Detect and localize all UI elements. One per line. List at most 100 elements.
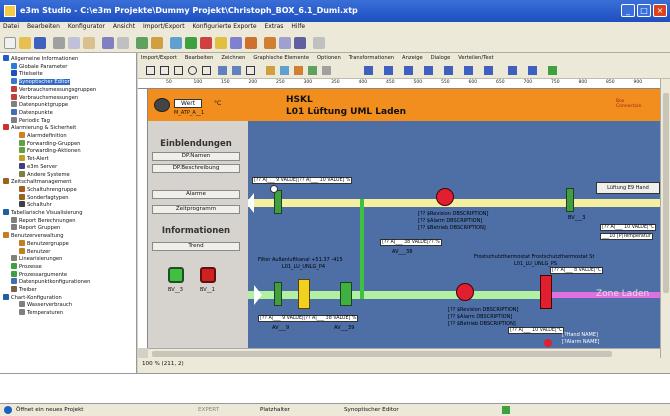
status-on-icon[interactable] [168, 267, 184, 283]
menu-konfigurierte-exporte[interactable]: Konfigurierte Exporte [192, 23, 256, 30]
value-box-v1[interactable]: [?? A|___ 9 VALUE|[?? A|___ 10 VALUE] % [252, 177, 353, 184]
menu-extras[interactable]: Extras [264, 23, 283, 30]
text-tool-icon[interactable] [202, 66, 211, 75]
alarm-icon[interactable] [264, 37, 276, 49]
chart-icon[interactable] [230, 37, 242, 49]
minimize-button[interactable]: _ [621, 4, 635, 17]
new-icon[interactable] [4, 37, 16, 49]
save-all-icon[interactable] [279, 37, 291, 49]
filter-icon[interactable] [136, 37, 148, 49]
supply-damper[interactable] [566, 188, 574, 212]
menu-datei[interactable]: Datei [3, 23, 19, 30]
group-tool-icon[interactable] [464, 66, 473, 75]
tab-zeichnen[interactable]: Zeichnen [221, 55, 245, 61]
ungroup-tool-icon[interactable] [484, 66, 493, 75]
gauge-tool-icon[interactable] [280, 66, 289, 75]
menu-import-export[interactable]: Import/Export [143, 23, 185, 30]
distribute-tool-icon[interactable] [424, 66, 433, 75]
layer-tool-icon[interactable] [444, 66, 453, 75]
paste-icon[interactable] [83, 37, 95, 49]
front-tool-icon[interactable] [508, 66, 517, 75]
dp-beschreibung-button[interactable]: DP.Beschreibung [152, 164, 240, 173]
value-box-v5[interactable]: ___10 [P|Temperatur [600, 233, 653, 240]
value-box-v2[interactable]: [?? A|___ 38 VALUE|?? % [380, 239, 442, 246]
input-tool-icon[interactable] [246, 66, 255, 75]
dp-namen-button[interactable]: DP.Namen [152, 152, 240, 161]
menu-konfigurator[interactable]: Konfigurator [68, 23, 105, 30]
tab-transformationen[interactable]: Transformationen [349, 55, 394, 61]
save-icon[interactable] [34, 37, 46, 49]
trend-tool-icon[interactable] [308, 66, 317, 75]
horizontal-scrollbar[interactable] [148, 348, 660, 358]
trend-button[interactable]: Trend [152, 242, 240, 251]
value-box-v10[interactable]: [?? A|___ 10 VALUE|°C [508, 327, 565, 334]
heater-element[interactable] [340, 282, 352, 306]
close-button[interactable]: × [653, 4, 667, 17]
check-tool-icon[interactable] [548, 66, 557, 75]
lightning-icon[interactable] [215, 37, 227, 49]
exhaust-damper[interactable] [274, 190, 282, 214]
horizontal-scroll-thumb[interactable] [152, 351, 612, 357]
ellipse-tool-icon[interactable] [188, 66, 197, 75]
cut-icon[interactable] [53, 37, 65, 49]
stop-icon[interactable] [200, 37, 212, 49]
lueftung-hand-button[interactable]: Lüftung E9 Hand [596, 182, 660, 194]
export-icon[interactable] [294, 37, 306, 49]
connect-icon[interactable] [170, 37, 182, 49]
select-tool-icon[interactable] [146, 66, 155, 75]
check-icon[interactable] [185, 37, 197, 49]
config-icon [11, 278, 17, 285]
title-bar: e3m Studio - C:\e3m Projekte\Dummy Proje… [0, 0, 670, 22]
delete-icon[interactable] [117, 37, 129, 49]
status-off-icon[interactable] [200, 267, 216, 283]
vertical-scroll-thumb[interactable] [663, 93, 669, 293]
frost-protection-element[interactable] [540, 275, 552, 309]
tree-item[interactable]: Temperaturen [19, 309, 63, 317]
rectangle-tool-icon[interactable] [160, 66, 169, 75]
filter-element[interactable] [298, 279, 310, 309]
intake-damper[interactable] [274, 282, 282, 306]
help-icon[interactable] [313, 37, 325, 49]
value-box-v9[interactable]: [?? A|___ 8 VALUE|°C [550, 267, 604, 274]
pointer-tool-icon[interactable] [322, 66, 331, 75]
tree-icon[interactable] [102, 37, 114, 49]
settings-icon[interactable] [245, 37, 257, 49]
button-tool-icon[interactable] [232, 66, 241, 75]
image-tool-icon[interactable] [218, 66, 227, 75]
grid-tool-icon[interactable] [384, 66, 393, 75]
vertical-scrollbar[interactable] [660, 79, 670, 358]
tab-import-export[interactable]: Import/Export [141, 55, 177, 61]
align-tool-icon[interactable] [404, 66, 413, 75]
square-tool-icon[interactable] [174, 66, 183, 75]
tab-optionen[interactable]: Optionen [317, 55, 341, 61]
back-tool-icon[interactable] [528, 66, 537, 75]
status-editor: Synoptischer Editor [344, 407, 399, 413]
menu-bearbeiten[interactable]: Bearbeiten [27, 23, 60, 30]
table-tool-icon[interactable] [364, 66, 373, 75]
group-icon [19, 239, 25, 246]
open-icon[interactable] [19, 37, 31, 49]
forward-icon [19, 147, 25, 154]
supply-fan[interactable] [456, 283, 474, 301]
copy-icon[interactable] [68, 37, 80, 49]
exhaust-fan[interactable] [436, 188, 454, 206]
alarme-button[interactable]: Alarme [152, 190, 240, 199]
zeitprogramm-button[interactable]: Zeitprogramm [152, 205, 240, 214]
value-box-v6[interactable]: [?? A|___ 9 VALUE|[?? A|___ 38 VALUE] % [258, 315, 359, 322]
clock-icon [3, 178, 9, 185]
editor-tabs: Import/Export Bearbeiten Zeichnen Graphi… [138, 53, 670, 63]
tab-graphische-elemente[interactable]: Graphische Elemente [253, 55, 309, 61]
menu-ansicht[interactable]: Ansicht [113, 23, 135, 30]
tab-bearbeiten[interactable]: Bearbeiten [185, 55, 214, 61]
status-off-label: BV__1 [200, 287, 215, 293]
menu-hilfe[interactable]: Hilfe [291, 23, 305, 30]
arrow-tool-icon[interactable] [294, 66, 303, 75]
tab-verteilen-text[interactable]: Verteilen/Text [458, 55, 493, 61]
symbol-tool-icon[interactable] [266, 66, 275, 75]
tab-anzeige[interactable]: Anzeige [402, 55, 423, 61]
maximize-button[interactable]: □ [637, 4, 651, 17]
value-box-v4[interactable]: [?? A|___ 10 VALUE|°C [600, 224, 657, 231]
image-icon[interactable] [151, 37, 163, 49]
tab-dialoge[interactable]: Dialoge [431, 55, 451, 61]
tree-item-label: Linearisierungen [19, 256, 63, 263]
